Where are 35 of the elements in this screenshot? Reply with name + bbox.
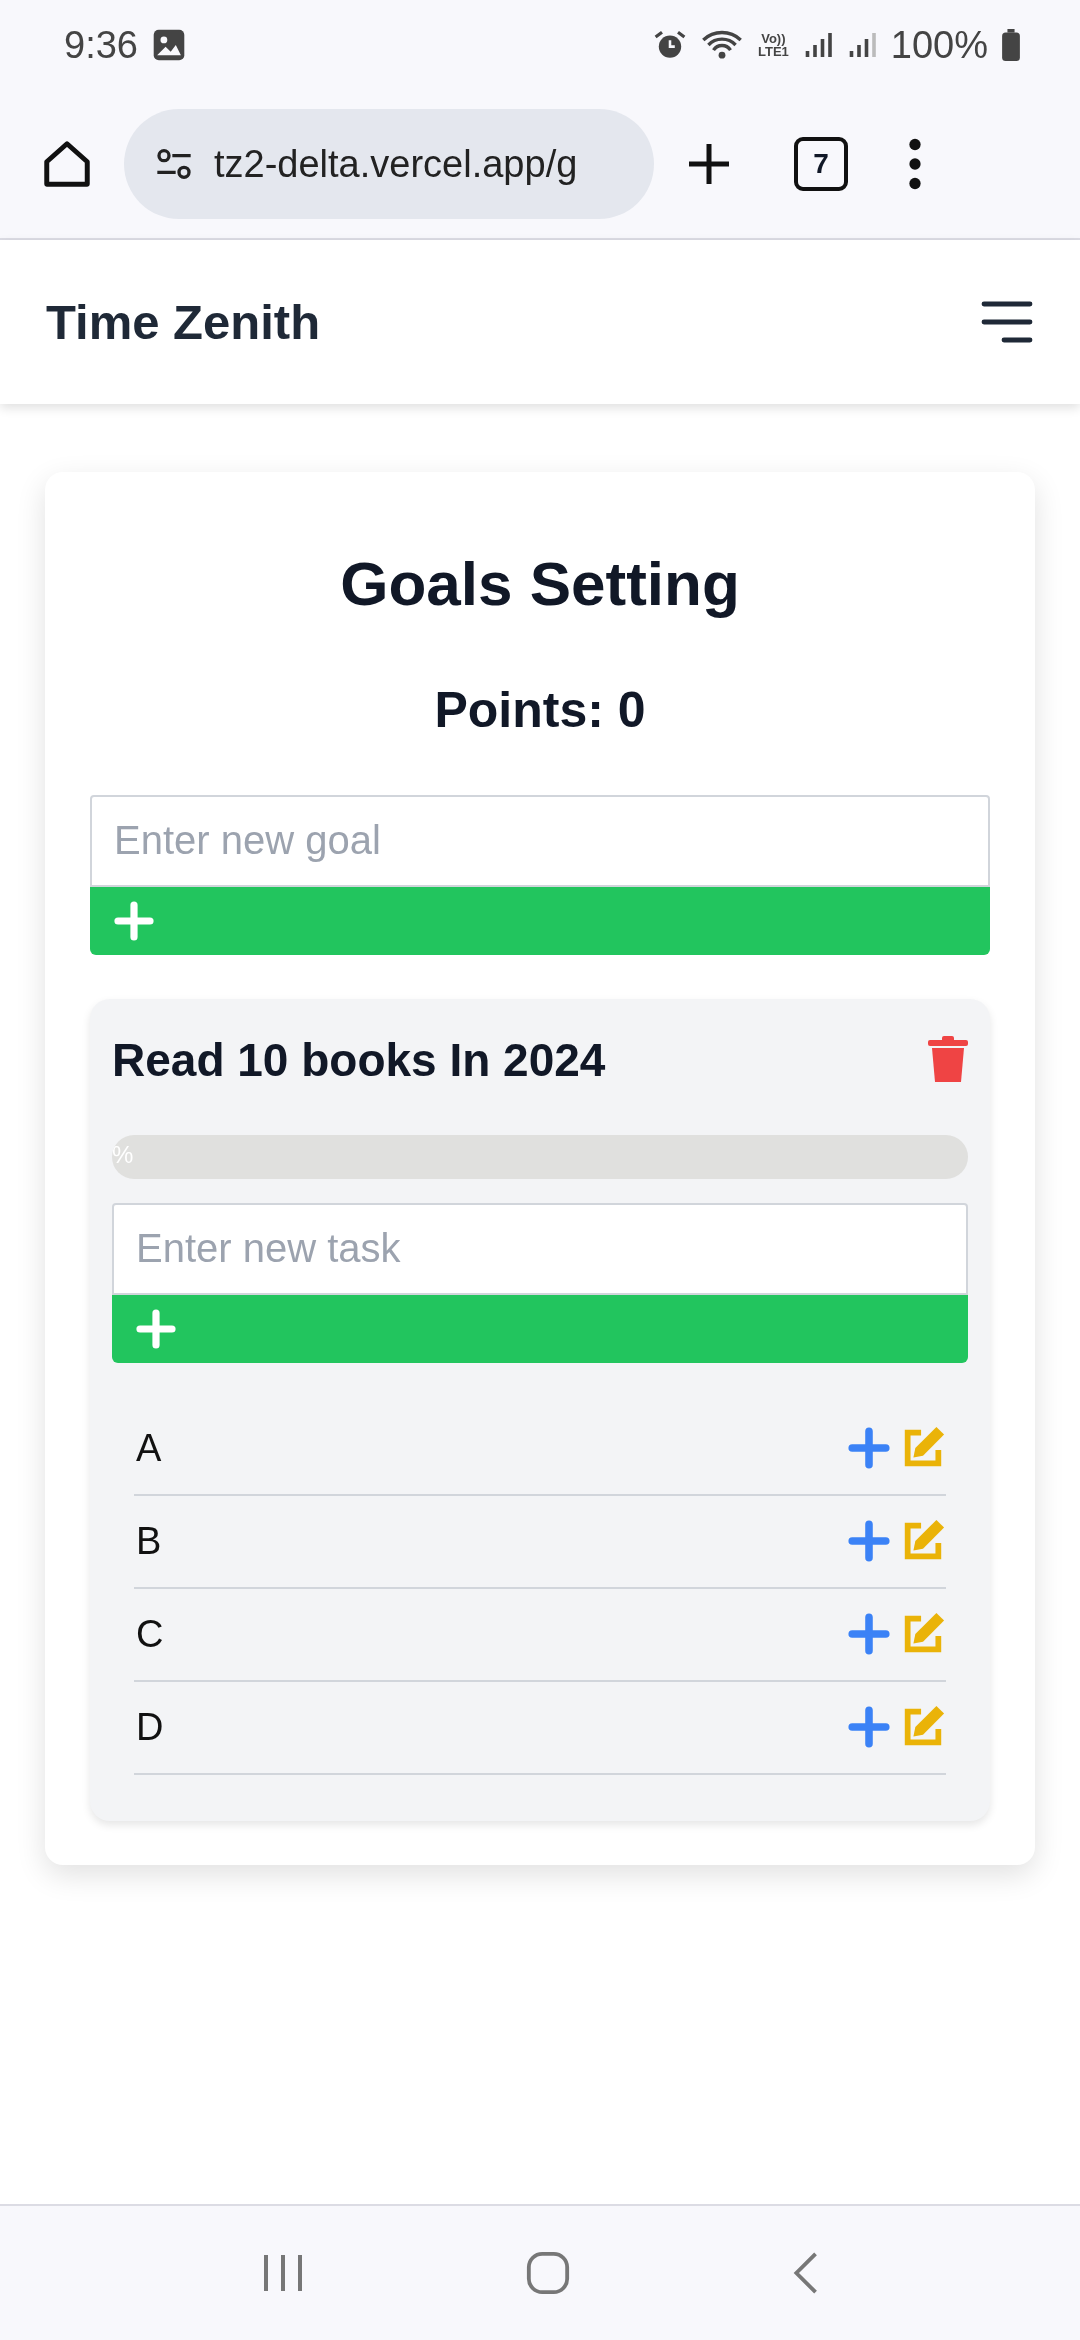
alarm-icon (653, 29, 686, 61)
address-bar[interactable]: tz2-delta.vercel.app/g (124, 109, 654, 219)
page-title: Goals Setting (339, 548, 741, 620)
image-icon (151, 28, 186, 62)
task-input-field[interactable]: Enter new task (112, 1202, 968, 1295)
plus-icon (848, 1427, 890, 1470)
plus-icon (136, 1308, 176, 1349)
add-points-button[interactable] (848, 1613, 890, 1656)
plus-icon (848, 1613, 890, 1656)
add-points-button[interactable] (848, 1706, 890, 1749)
menu-icon[interactable] (980, 300, 1034, 344)
delete-button[interactable] (928, 1035, 968, 1084)
add-points-button[interactable] (848, 1427, 890, 1470)
battery-icon (1002, 29, 1020, 61)
plus-icon (114, 900, 154, 941)
trash-icon (928, 1035, 968, 1084)
wifi-icon (699, 28, 744, 62)
task-name: C (136, 1612, 165, 1656)
task-name: B (136, 1519, 163, 1563)
add-points-button[interactable] (848, 1520, 890, 1563)
network-type: Vo)) LTE1 (757, 32, 789, 58)
more-options-icon[interactable] (908, 138, 922, 190)
progress-label: % (112, 1140, 134, 1169)
task-name: A (136, 1426, 163, 1470)
points-total: Points: 0 (433, 680, 647, 739)
plus-icon (848, 1706, 890, 1749)
task-name: D (136, 1705, 165, 1749)
app-title: Time Zenith (46, 294, 321, 350)
goal-input-field[interactable]: Enter new goal (90, 794, 990, 887)
clock-time: 9:36 (64, 23, 138, 67)
goal-title: Read 10 books In 2024 (112, 1032, 606, 1087)
home-button-icon[interactable] (525, 2250, 571, 2296)
tab-count-button[interactable]: 7 (794, 137, 848, 191)
plus-icon (848, 1520, 890, 1563)
battery-level: 100% (890, 23, 988, 67)
